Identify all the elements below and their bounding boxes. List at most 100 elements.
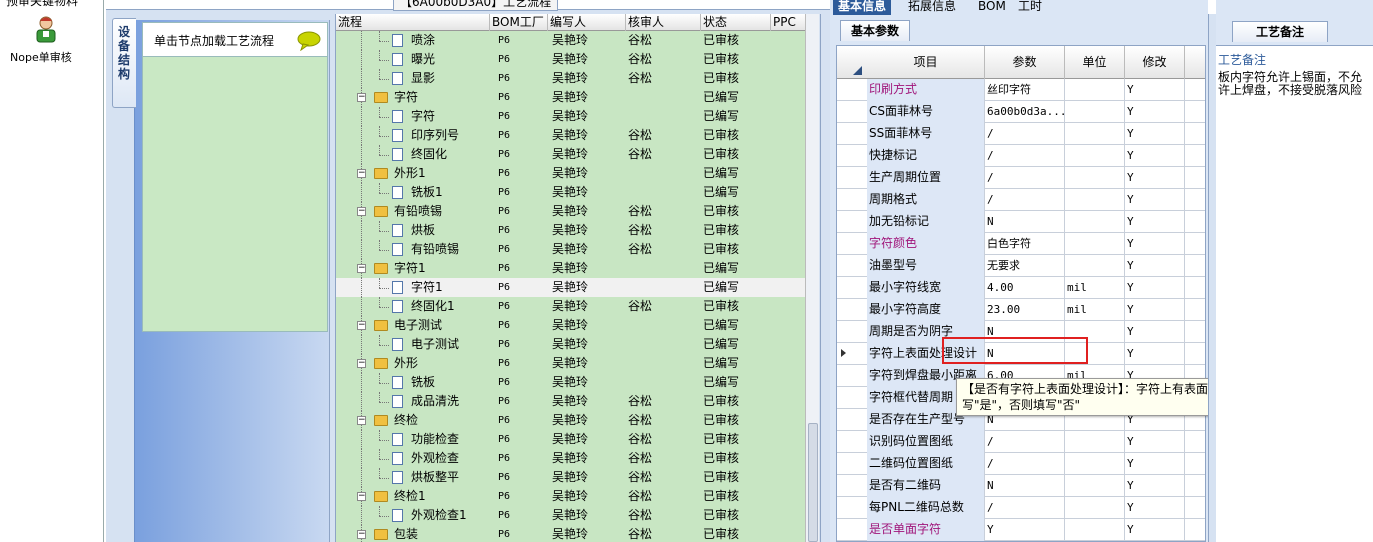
- grid-col-header[interactable]: 状态: [701, 14, 771, 31]
- param-modify[interactable]: Y: [1125, 431, 1185, 453]
- collapse-toggle-icon[interactable]: −: [357, 416, 366, 425]
- tree-row[interactable]: 电子测试 P6 吴艳玲 已编写: [336, 335, 805, 354]
- param-modify[interactable]: Y: [1125, 453, 1185, 475]
- param-value[interactable]: /: [985, 453, 1065, 475]
- param-row[interactable]: 每PNL二维码总数 / Y: [837, 497, 1205, 519]
- param-row[interactable]: SS面菲林号 / Y: [837, 123, 1205, 145]
- param-row[interactable]: CS面菲林号 6a00b0d3a... Y: [837, 101, 1205, 123]
- param-row[interactable]: 周期格式 / Y: [837, 189, 1205, 211]
- tree-row[interactable]: − 字符1 P6 吴艳玲 已编写: [336, 259, 805, 278]
- param-modify[interactable]: Y: [1125, 299, 1185, 321]
- param-value[interactable]: 6a00b0d3a...: [985, 101, 1065, 123]
- param-modify[interactable]: Y: [1125, 123, 1185, 145]
- tree-row[interactable]: 印序列号 P6 吴艳玲 谷松 已审核: [336, 126, 805, 145]
- param-row[interactable]: 印刷方式 丝印字符 Y: [837, 79, 1205, 101]
- collapse-toggle-icon[interactable]: −: [357, 492, 366, 501]
- collapse-toggle-icon[interactable]: −: [357, 321, 366, 330]
- info-top-tab[interactable]: 工时: [1013, 0, 1047, 15]
- right-splitter[interactable]: [1208, 14, 1216, 542]
- param-row[interactable]: 油墨型号 无要求 Y: [837, 255, 1205, 277]
- param-modify[interactable]: Y: [1125, 167, 1185, 189]
- param-value[interactable]: N: [985, 475, 1065, 497]
- param-modify[interactable]: Y: [1125, 277, 1185, 299]
- param-modify[interactable]: Y: [1125, 255, 1185, 277]
- info-top-tab[interactable]: 基本信息: [833, 0, 892, 15]
- param-col-header[interactable]: 修改: [1125, 46, 1185, 79]
- param-value[interactable]: /: [985, 431, 1065, 453]
- param-modify[interactable]: Y: [1125, 233, 1185, 255]
- param-value[interactable]: /: [985, 145, 1065, 167]
- collapse-toggle-icon[interactable]: −: [357, 530, 366, 539]
- param-value[interactable]: 无要求: [985, 255, 1065, 277]
- tree-row[interactable]: 外观检查 P6 吴艳玲 谷松 已审核: [336, 449, 805, 468]
- param-modify[interactable]: Y: [1125, 321, 1185, 343]
- param-row[interactable]: 加无铅标记 N Y: [837, 211, 1205, 233]
- collapse-toggle-icon[interactable]: −: [357, 93, 366, 102]
- tree-row[interactable]: − 字符 P6 吴艳玲 已编写: [336, 88, 805, 107]
- tree-row[interactable]: 功能检查 P6 吴艳玲 谷松 已审核: [336, 430, 805, 449]
- param-row[interactable]: 是否有二维码 N Y: [837, 475, 1205, 497]
- tree-row[interactable]: − 外形1 P6 吴艳玲 已编写: [336, 164, 805, 183]
- tree-row[interactable]: 终固化 P6 吴艳玲 谷松 已审核: [336, 145, 805, 164]
- param-modify[interactable]: Y: [1125, 101, 1185, 123]
- process-flow-title-tab[interactable]: 【6A00b0D3A0】工艺流程: [393, 0, 559, 11]
- tree-row[interactable]: 烘板 P6 吴艳玲 谷松 已审核: [336, 221, 805, 240]
- param-col-header[interactable]: 单位: [1065, 46, 1125, 79]
- tree-row[interactable]: 烘板整平 P6 吴艳玲 谷松 已审核: [336, 468, 805, 487]
- param-modify[interactable]: Y: [1125, 519, 1185, 541]
- param-row[interactable]: 生产周期位置 / Y: [837, 167, 1205, 189]
- tree-row[interactable]: − 终检 P6 吴艳玲 谷松 已审核: [336, 411, 805, 430]
- tree-row[interactable]: − 包装 P6 吴艳玲 谷松 已审核: [336, 525, 805, 542]
- param-value[interactable]: /: [985, 189, 1065, 211]
- param-modify[interactable]: Y: [1125, 497, 1185, 519]
- param-value[interactable]: 4.00: [985, 277, 1065, 299]
- tree-row[interactable]: 铣板 P6 吴艳玲 已编写: [336, 373, 805, 392]
- param-row[interactable]: 二维码位置图纸 / Y: [837, 453, 1205, 475]
- tree-row[interactable]: 成品清洗 P6 吴艳玲 谷松 已审核: [336, 392, 805, 411]
- param-value[interactable]: /: [985, 167, 1065, 189]
- tab-equipment-structure[interactable]: 设备结构: [112, 18, 136, 108]
- tab-process-note[interactable]: 工艺备注: [1232, 21, 1328, 42]
- param-col-header[interactable]: 项目: [867, 46, 985, 79]
- process-note-text[interactable]: 板内字符允许上锡面，不允许上焊盘，不接受脱落风险: [1218, 71, 1372, 97]
- param-row[interactable]: 字符颜色 白色字符 Y: [837, 233, 1205, 255]
- launcher-label-key-materials[interactable]: 预审关键物料: [6, 0, 78, 9]
- tab-basic-params[interactable]: 基本参数: [840, 20, 911, 41]
- tree-row[interactable]: − 终检1 P6 吴艳玲 谷松 已审核: [336, 487, 805, 506]
- middle-splitter[interactable]: [820, 14, 830, 542]
- collapse-toggle-icon[interactable]: −: [357, 207, 366, 216]
- param-modify[interactable]: Y: [1125, 79, 1185, 101]
- param-value[interactable]: Y: [985, 519, 1065, 541]
- param-value[interactable]: 丝印字符: [985, 79, 1065, 101]
- tree-row[interactable]: 铣板1 P6 吴艳玲 已编写: [336, 183, 805, 202]
- collapse-toggle-icon[interactable]: −: [357, 169, 366, 178]
- param-row[interactable]: 识别码位置图纸 / Y: [837, 431, 1205, 453]
- grid-col-header[interactable]: 核审人: [626, 14, 701, 31]
- collapse-toggle-icon[interactable]: −: [357, 264, 366, 273]
- grid-col-header[interactable]: 编写人: [548, 14, 626, 31]
- user-review-icon[interactable]: [34, 14, 58, 46]
- param-modify[interactable]: Y: [1125, 475, 1185, 497]
- tree-row[interactable]: − 有铅喷锡 P6 吴艳玲 谷松 已审核: [336, 202, 805, 221]
- param-row[interactable]: 最小字符高度 23.00 mil Y: [837, 299, 1205, 321]
- param-modify[interactable]: Y: [1125, 211, 1185, 233]
- tree-row[interactable]: 喷涂 P6 吴艳玲 谷松 已审核: [336, 31, 805, 50]
- node-load-header[interactable]: 单击节点加载工艺流程: [143, 23, 327, 57]
- tree-row[interactable]: 有铅喷锡 P6 吴艳玲 谷松 已审核: [336, 240, 805, 259]
- tree-row[interactable]: 字符 P6 吴艳玲 已编写: [336, 107, 805, 126]
- param-col-header[interactable]: 参数: [985, 46, 1065, 79]
- param-modify[interactable]: Y: [1125, 145, 1185, 167]
- launcher-label-nope-review[interactable]: Nope单审核: [10, 49, 72, 65]
- tree-row[interactable]: 字符1 P6 吴艳玲 已编写: [336, 278, 805, 297]
- tree-row[interactable]: − 电子测试 P6 吴艳玲 已编写: [336, 316, 805, 335]
- tree-row[interactable]: 显影 P6 吴艳玲 谷松 已审核: [336, 69, 805, 88]
- info-top-tab[interactable]: 拓展信息: [903, 0, 961, 15]
- info-top-tab[interactable]: BOM: [973, 0, 1011, 15]
- grid-col-header[interactable]: 流程: [336, 14, 490, 31]
- grid-col-header[interactable]: BOM工厂: [490, 14, 548, 31]
- grid-col-header[interactable]: PPC: [771, 14, 805, 31]
- collapse-toggle-icon[interactable]: −: [357, 359, 366, 368]
- tree-row[interactable]: 终固化1 P6 吴艳玲 谷松 已审核: [336, 297, 805, 316]
- grid-vertical-scrollbar[interactable]: [805, 14, 819, 542]
- param-value[interactable]: N: [985, 211, 1065, 233]
